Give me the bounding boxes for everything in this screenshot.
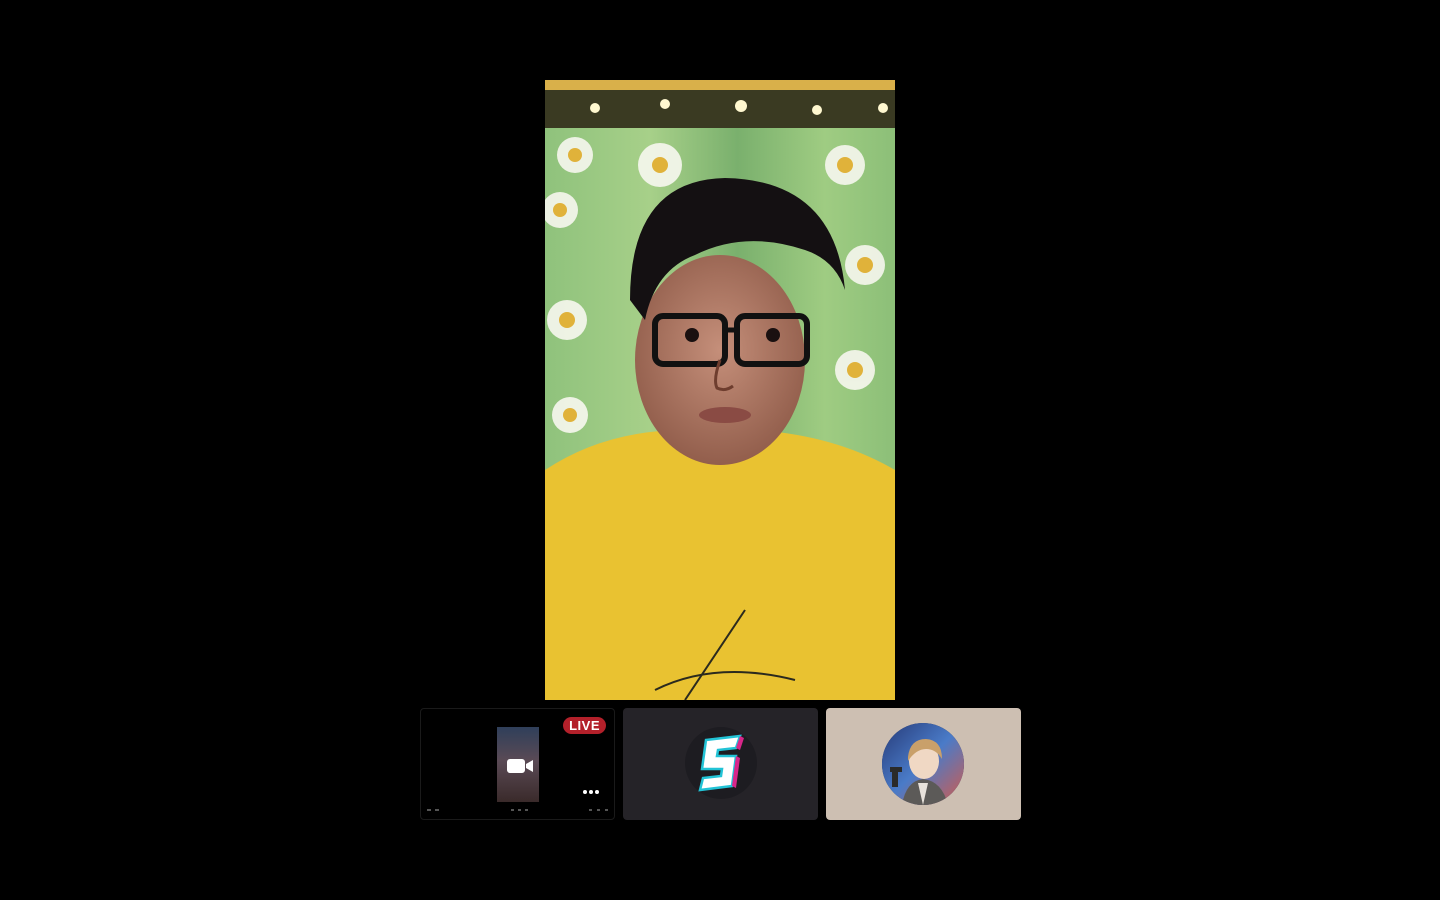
avatar <box>882 723 964 805</box>
preview-toolbar-dots <box>427 809 608 811</box>
participant-tile-s[interactable] <box>623 708 818 820</box>
avatar-image <box>882 723 964 805</box>
participant-tile-avatar[interactable] <box>826 708 1021 820</box>
main-video-image <box>545 80 895 700</box>
live-badge: LIVE <box>563 717 606 734</box>
s-logo-icon <box>685 727 757 799</box>
participant-thumbnails: LIVE <box>420 708 1021 820</box>
more-options-icon[interactable] <box>582 789 600 795</box>
video-camera-icon[interactable] <box>505 756 535 776</box>
self-preview-tile[interactable]: LIVE <box>420 708 615 820</box>
main-video-feed[interactable] <box>545 80 895 700</box>
